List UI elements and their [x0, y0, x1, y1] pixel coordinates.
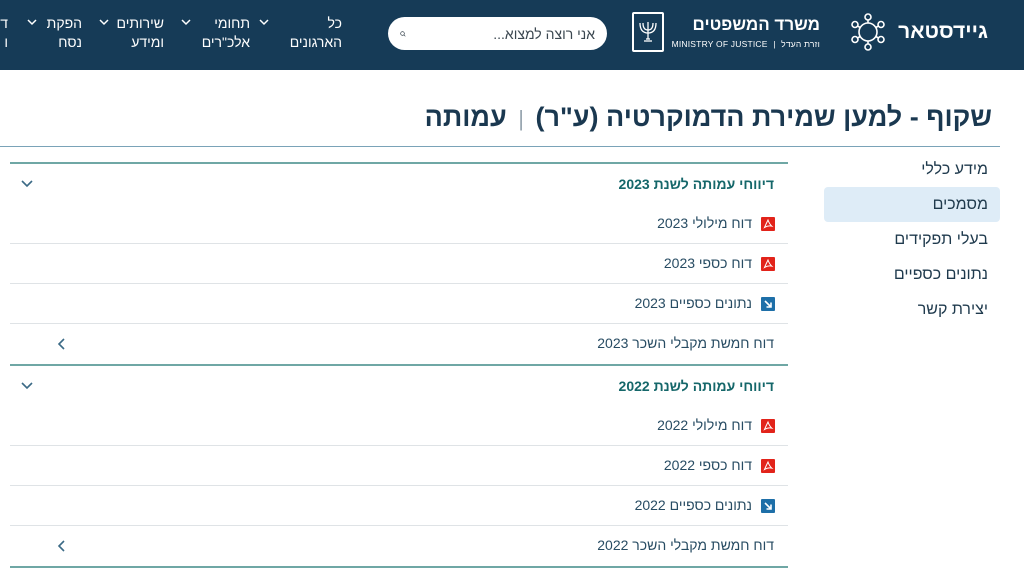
- chevron-down-icon: [99, 19, 109, 26]
- chevron-down-icon: [259, 19, 269, 26]
- ministry-name-english: MINISTRY OF JUSTICE: [671, 39, 768, 49]
- nav-services[interactable]: שירותים ומידע: [99, 14, 164, 52]
- organization-type: עמותה: [424, 102, 507, 132]
- chevron-down-icon: [181, 19, 191, 26]
- external-link-icon: [761, 297, 775, 311]
- top-navigation-bar: גיידסטאר משרד המשפטים MINISTRY OF JUSTIC…: [0, 0, 1024, 70]
- section-title: דיווחי עמותה לשנת 2023: [618, 176, 774, 192]
- sidebar-item-officers[interactable]: בעלי תפקידים: [824, 222, 1000, 257]
- document-row[interactable]: דוח מילולי 2023: [10, 204, 788, 244]
- nav-more[interactable]: ד ו: [0, 14, 8, 52]
- document-row[interactable]: נתונים כספיים 2022: [10, 486, 788, 526]
- section-header[interactable]: דיווחי עמותה לשנת 2023: [10, 164, 788, 204]
- section-header[interactable]: דיווחי עמותה לשנת 2022: [10, 366, 788, 406]
- page-title: שקוף - למען שמירת הדמוקרטיה (ע"ר) | עמות…: [425, 102, 992, 133]
- brand-name: גיידסטאר: [898, 20, 988, 43]
- document-link[interactable]: נתונים כספיים 2022: [635, 497, 752, 513]
- reports-section-2023: דיווחי עמותה לשנת 2023 דוח מילולי 2023 ד…: [10, 162, 788, 364]
- document-row[interactable]: דוח כספי 2022: [10, 446, 788, 486]
- chevron-down-icon[interactable]: [20, 378, 34, 392]
- pdf-icon: [761, 257, 775, 271]
- chevron-down-icon[interactable]: [20, 176, 34, 190]
- sidebar-item-documents[interactable]: מסמכים: [824, 187, 1000, 222]
- guidestar-emblem-icon: [851, 13, 885, 51]
- nav-fields[interactable]: תחומי אלכ"רים: [181, 14, 250, 52]
- document-row[interactable]: דוח חמשת מקבלי השכר 2023: [10, 324, 788, 364]
- document-link[interactable]: נתונים כספיים 2023: [635, 295, 752, 311]
- section-title: דיווחי עמותה לשנת 2022: [618, 378, 774, 394]
- pdf-icon: [761, 459, 775, 473]
- sidebar-item-financial-data[interactable]: נתונים כספיים: [824, 257, 1000, 292]
- document-row[interactable]: נתונים כספיים 2023: [10, 284, 788, 324]
- chevron-left-icon[interactable]: [56, 539, 68, 553]
- external-link-icon: [761, 499, 775, 513]
- document-row[interactable]: דוח כספי 2023: [10, 244, 788, 284]
- nav-issue-extract[interactable]: הפקת נסח: [27, 14, 82, 52]
- document-row[interactable]: דוח חמשת מקבלי השכר 2022: [10, 526, 788, 566]
- sidebar-item-general-info[interactable]: מידע כללי: [824, 152, 1000, 187]
- chevron-left-icon[interactable]: [56, 337, 68, 351]
- sidebar: מידע כללי מסמכים בעלי תפקידים נתונים כספ…: [824, 152, 1000, 327]
- guidestar-logo[interactable]: גיידסטאר: [848, 12, 988, 52]
- search-box[interactable]: [388, 17, 607, 50]
- document-link[interactable]: דוח חמשת מקבלי השכר 2023: [597, 335, 774, 351]
- document-link[interactable]: דוח מילולי 2023: [657, 215, 752, 231]
- section-divider: [10, 566, 788, 568]
- chevron-down-icon: [27, 19, 37, 26]
- ministry-of-justice-logo[interactable]: משרד המשפטים MINISTRY OF JUSTICE | וזרת …: [631, 12, 820, 52]
- title-separator: |: [518, 106, 524, 131]
- ministry-name-hebrew: משרד המשפטים: [692, 15, 820, 34]
- pdf-icon: [761, 419, 775, 433]
- search-icon[interactable]: [400, 25, 406, 43]
- nav-all-organizations[interactable]: כל הארגונים: [259, 14, 342, 52]
- title-divider: [0, 146, 1000, 147]
- organization-name: שקוף - למען שמירת הדמוקרטיה (ע"ר): [535, 102, 992, 132]
- search-input[interactable]: [414, 25, 595, 42]
- ministry-name-sub: וזרת העדל: [781, 39, 820, 49]
- reports-section-2022: דיווחי עמותה לשנת 2022 דוח מילולי 2022 ד…: [10, 364, 788, 566]
- document-link[interactable]: דוח מילולי 2022: [657, 417, 752, 433]
- document-link[interactable]: דוח כספי 2023: [664, 255, 752, 271]
- sidebar-item-contact[interactable]: יצירת קשר: [824, 292, 1000, 327]
- document-link[interactable]: דוח חמשת מקבלי השכר 2022: [597, 537, 774, 553]
- pdf-icon: [761, 217, 775, 231]
- document-row[interactable]: דוח מילולי 2022: [10, 406, 788, 446]
- documents-panel: דיווחי עמותה לשנת 2023 דוח מילולי 2023 ד…: [10, 162, 788, 568]
- menorah-emblem-icon: [631, 12, 664, 52]
- document-link[interactable]: דוח כספי 2022: [664, 457, 752, 473]
